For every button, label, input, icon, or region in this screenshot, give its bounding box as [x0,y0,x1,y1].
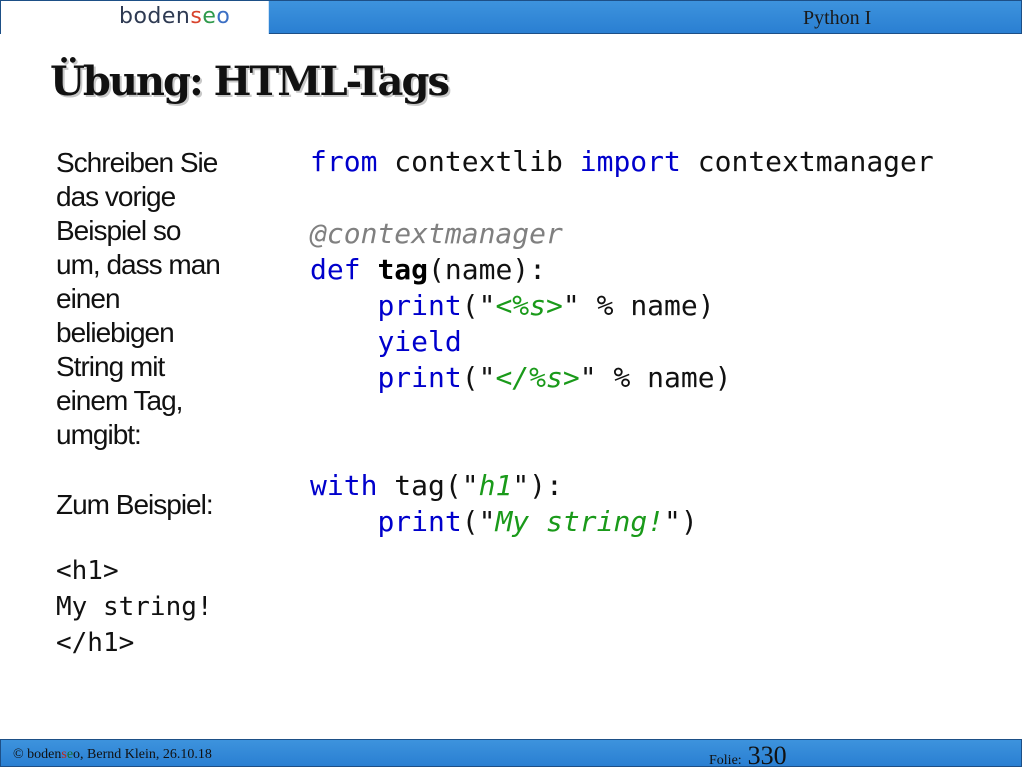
footer-bar: © bodenseo, Bernd Klein, 26.10.18 Folie:… [0,739,1022,770]
instruction-line: String mit [56,351,165,382]
keyword-import: import [579,145,681,178]
instruction-line: um, dass man [56,249,221,280]
code-line-def: def tag(name): [310,252,934,288]
logo-part-boden: boden [119,4,191,29]
header-bar: bodenseo Python I [0,0,1022,34]
code-punct: ") [664,505,698,538]
instruction-line: Beispiel so [56,215,181,246]
keyword-def: def [310,253,361,286]
slide-title: Übung: HTML-Tags [50,58,450,105]
code-line-import: from contextlib import contextmanager [310,144,934,180]
instruction-line: einen [56,283,121,314]
folie-number: 330 [747,741,787,770]
code-line-yield: yield [310,324,934,360]
code-line-decorator: @contextmanager [310,216,934,252]
logo-panel: bodenseo [1,1,269,34]
logo-part-s: s [190,4,203,29]
imported-name: contextmanager [680,145,934,178]
keyword-print: print [377,505,462,538]
code-punct: (" [461,361,496,394]
copyright-symbol: © [13,747,28,762]
instruction-line: einem Tag, [56,385,183,416]
folie-label: Folie: [709,753,742,768]
keyword-yield: yield [377,325,462,358]
string-literal: <%s> [495,289,563,322]
slide-number: Folie: 330 [709,741,787,771]
code-call: tag(" [377,469,479,502]
keyword-with: with [310,469,378,502]
code-line-print-open: print("<%s>" % name) [310,288,934,324]
code-punct: "): [512,469,563,502]
instruction-line: Schreiben Sie [56,147,218,178]
footer-brand-o: o [73,747,81,762]
keyword-print: print [377,289,462,322]
function-name: tag [377,253,429,286]
code-block: from contextlib import contextmanager @c… [310,144,934,540]
keyword-from: from [310,145,378,178]
code-line-print-string: print("My string!") [310,504,934,540]
example-line: </h1> [56,628,135,658]
logo-part-e: e [202,4,217,29]
module-name: contextlib [377,145,580,178]
footer-author-date: , Bernd Klein, 26.10.18 [80,747,212,762]
string-literal: h1 [478,469,513,502]
code-punct: (" [461,289,496,322]
logo: bodenseo [119,4,230,29]
footer-brand-boden: boden [27,747,62,762]
example-line: <h1> [56,556,119,586]
code-punct: " % name) [579,361,732,394]
function-params: (name): [428,253,547,286]
code-punct: (" [461,505,496,538]
instructions: Schreiben Sie das vorige Beispiel so um,… [56,146,266,522]
course-title: Python I [803,7,872,29]
instruction-line: das vorige [56,181,176,212]
string-literal: My string! [495,505,665,538]
string-literal: </%s> [495,361,580,394]
instruction-line: beliebigen [56,317,175,348]
code-line-print-close: print("</%s>" % name) [310,360,934,396]
example-output: <h1> My string! </h1> [56,553,213,661]
code-line-with: with tag("h1"): [310,468,934,504]
footer-credits: © bodenseo, Bernd Klein, 26.10.18 [13,747,212,763]
instruction-line: umgibt: [56,419,142,450]
keyword-print: print [377,361,462,394]
logo-part-o: o [216,4,231,29]
code-punct: " % name) [562,289,715,322]
example-label: Zum Beispiel: [56,489,214,520]
decorator: @contextmanager [310,217,563,250]
example-line: My string! [56,592,213,622]
